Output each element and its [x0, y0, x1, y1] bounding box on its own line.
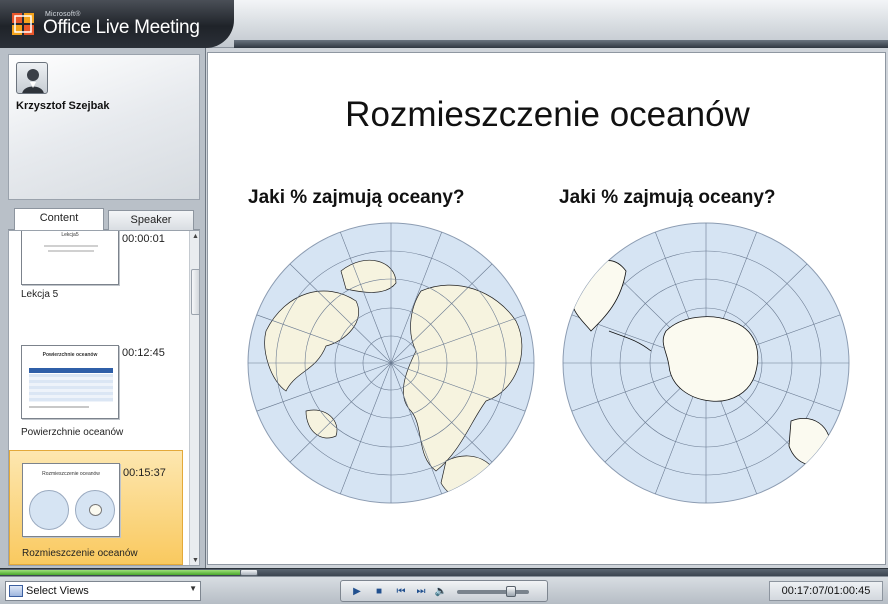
thumbnail-title: Powierzchnie oceanów — [42, 352, 98, 358]
tab-speaker[interactable]: Speaker — [108, 210, 194, 230]
next-icon[interactable]: ⏭ — [413, 584, 429, 600]
stop-icon[interactable]: ■ — [371, 584, 387, 600]
left-panel: Krzysztof Szejbak Content Speaker Lekcja… — [0, 48, 206, 568]
thumbnail-globe-south — [75, 490, 115, 530]
volume-slider[interactable] — [457, 586, 529, 597]
tab-content[interactable]: Content — [14, 208, 104, 231]
product-name: Office Live Meeting — [43, 17, 200, 38]
select-views-dropdown[interactable]: Select Views ▼ — [5, 581, 201, 601]
presenter-card: Krzysztof Szejbak — [8, 54, 200, 200]
presenter-name: Krzysztof Szejbak — [16, 100, 110, 112]
thumbnail-table-body — [29, 374, 113, 402]
thumbnail-text-line — [29, 406, 89, 408]
volume-icon[interactable]: 🔈 — [433, 584, 449, 600]
play-icon[interactable]: ▶ — [349, 584, 365, 600]
slide-label: Powierzchnie oceanów — [21, 427, 124, 438]
slide-label: Lekcja 5 — [21, 289, 59, 300]
slide-list-scrollbar[interactable]: ▲ ▼ — [189, 231, 199, 565]
timecode-display: 00:17:07/01:00:45 — [769, 581, 883, 601]
thumbnail-text-line — [48, 250, 94, 252]
office-logo-icon — [12, 13, 34, 35]
slide-label: Rozmieszczenie oceanów — [22, 548, 138, 559]
thumbnail-table-header — [29, 368, 113, 373]
title-bar-strip — [234, 40, 888, 48]
slide-thumbnail: Powierzchnie oceanów — [21, 345, 119, 419]
scroll-up-icon[interactable]: ▲ — [190, 231, 199, 243]
slide-thumbnail: Rozmieszczenie oceanów — [22, 463, 120, 537]
slide-time: 00:00:01 — [122, 233, 165, 245]
slide-thumbnail: Lekcja5 — [21, 231, 119, 285]
bottom-toolbar: Select Views ▼ ▶ ■ ⏮ ⏭ 🔈 00:17:07/01:00:… — [0, 576, 888, 604]
thumbnail-title: Lekcja5 — [61, 232, 79, 238]
panel-tabs: Content Speaker — [8, 208, 200, 231]
scroll-thumb[interactable] — [191, 269, 199, 315]
left-question: Jaki % zajmują oceany? — [248, 187, 465, 208]
previous-icon[interactable]: ⏮ — [393, 584, 409, 600]
playback-progress-bar[interactable] — [0, 568, 888, 576]
app-logo-tab: Microsoft® Office Live Meeting — [0, 0, 234, 48]
south-polar-globe — [562, 222, 850, 504]
slide-time: 00:12:45 — [122, 347, 165, 359]
slide-time: 00:15:37 — [123, 467, 166, 479]
playback-progress-handle[interactable] — [239, 569, 258, 576]
views-icon — [9, 585, 23, 597]
thumbnail-antarctica — [89, 504, 102, 516]
playback-progress-fill — [0, 570, 249, 575]
thumbnail-text-line — [44, 245, 98, 247]
slide-list[interactable]: Lekcja5 00:00:01 Lekcja 5 Powierzchnie o… — [8, 230, 200, 566]
thumbnail-title: Rozmieszczenie oceanów — [42, 471, 100, 477]
live-meeting-window: Microsoft® Office Live Meeting Krzysztof… — [0, 0, 888, 604]
thumbnail-globe-north — [29, 490, 69, 530]
user-icon — [16, 62, 48, 94]
volume-slider-knob[interactable] — [506, 586, 516, 597]
slide-list-item[interactable]: Lekcja5 00:00:01 Lekcja 5 — [9, 231, 183, 303]
chevron-down-icon: ▼ — [189, 584, 197, 593]
scroll-down-icon[interactable]: ▼ — [190, 555, 199, 565]
right-question: Jaki % zajmują oceany? — [559, 187, 776, 208]
slide-list-item-selected[interactable]: Rozmieszczenie oceanów 00:15:37 Rozmiesz… — [9, 450, 183, 565]
title-bar: Microsoft® Office Live Meeting — [0, 0, 888, 48]
select-views-label: Select Views — [26, 585, 89, 597]
slide-title: Rozmieszczenie oceanów — [345, 95, 750, 134]
playback-controls: ▶ ■ ⏮ ⏭ 🔈 — [340, 580, 548, 602]
north-polar-globe — [247, 222, 535, 504]
presentation-slide: Rozmieszczenie oceanów Jaki % zajmują oc… — [207, 52, 886, 565]
slide-list-item[interactable]: Powierzchnie oceanów 00:12:45 Powierzchn… — [9, 335, 183, 453]
